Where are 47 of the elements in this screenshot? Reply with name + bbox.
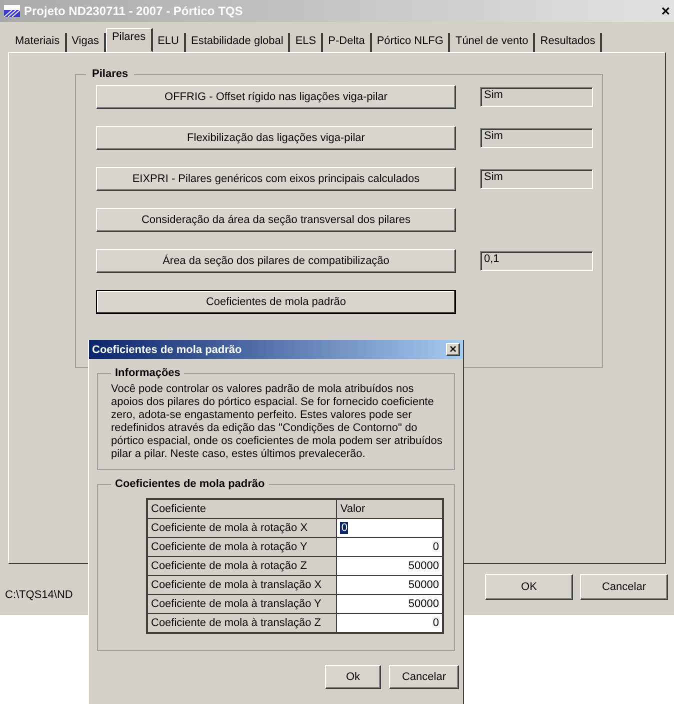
file-path: C:\TQS14\ND bbox=[5, 589, 73, 601]
value-field[interactable]: Sim bbox=[480, 128, 593, 148]
table-cell[interactable]: 0 bbox=[336, 538, 443, 556]
ok-button[interactable]: Ok bbox=[324, 665, 381, 689]
option-button[interactable]: Coeficientes de mola padrão bbox=[96, 290, 456, 314]
tab[interactable]: Resultados bbox=[535, 33, 602, 52]
close-button[interactable]: × bbox=[446, 343, 460, 356]
group-title: Coeficientes de mola padrão bbox=[114, 478, 266, 490]
tab[interactable]: ELS bbox=[290, 33, 324, 52]
option-button[interactable]: OFFRIG - Offset rígido nas ligações viga-pilar bbox=[96, 85, 456, 109]
option-button[interactable]: Flexibilização das ligações viga-pilar bbox=[96, 126, 456, 150]
tab[interactable]: Pórtico NLFG bbox=[372, 33, 450, 52]
close-button[interactable]: × bbox=[661, 2, 670, 20]
value-field[interactable]: Sim bbox=[480, 169, 593, 189]
window-title: Projeto ND230711 - 2007 - Pórtico TQS bbox=[24, 4, 244, 18]
option-button[interactable]: Área da seção dos pilares de compatibilização bbox=[96, 249, 456, 273]
group-title: Pilares bbox=[91, 68, 130, 80]
edit-cell[interactable]: 0 bbox=[336, 518, 443, 538]
app-logo-icon bbox=[4, 5, 20, 17]
table-cell: Coeficiente de mola à translação Z bbox=[147, 614, 337, 633]
ok-button[interactable]: OK bbox=[485, 574, 573, 600]
column-header: Coeficiente bbox=[147, 499, 337, 518]
tab[interactable]: P-Delta bbox=[323, 33, 372, 52]
option-button[interactable]: EIXPRI - Pilares genéricos com eixos principais calculados bbox=[96, 167, 456, 191]
table-cell[interactable]: 50000 bbox=[336, 576, 443, 594]
table-cell[interactable]: 50000 bbox=[336, 594, 443, 614]
tab[interactable]: Estabilidade global bbox=[186, 33, 290, 52]
table-cell: Coeficiente de mola à rotação X bbox=[147, 518, 337, 538]
value-field[interactable]: 0,1 bbox=[480, 251, 593, 271]
tab[interactable]: Túnel de vento bbox=[450, 33, 536, 52]
tab[interactable]: Materiais bbox=[10, 33, 67, 52]
table-cell: Coeficiente de mola à rotação Z bbox=[147, 556, 337, 576]
dialog-title: Coeficientes de mola padrão bbox=[92, 344, 243, 356]
cancel-button[interactable]: Cancelar bbox=[580, 574, 668, 600]
option-button[interactable]: Consideração da área da seção transversal dos pilares bbox=[96, 208, 456, 232]
tab[interactable]: ELU bbox=[152, 33, 186, 52]
info-text: Você pode controlar os valores padrão de mola atribuídos nos apoios dos pilares do pórtico espacial. Se for fornecido coeficiente zero, adota-se engastamento perfeito. Estes valores pode ser redefinidos através da edição das "Condições de Contorno" do pórtico espacial, onde os coeficientes de mola podem ser atribuídos pilar a pilar. Neste caso, estes últimos prevalecerão. bbox=[111, 383, 444, 461]
table-cell[interactable]: 50000 bbox=[336, 556, 443, 576]
value-field[interactable]: Sim bbox=[480, 87, 593, 107]
table-cell: Coeficiente de mola à translação X bbox=[147, 576, 337, 594]
column-header: Valor bbox=[336, 499, 443, 518]
tab[interactable]: Pilares bbox=[106, 28, 153, 52]
cancel-button[interactable]: Cancelar bbox=[388, 665, 459, 689]
table-cell: Coeficiente de mola à translação Y bbox=[147, 594, 337, 614]
table-cell[interactable]: 0 bbox=[336, 614, 443, 633]
table-cell: Coeficiente de mola à rotação Y bbox=[147, 538, 337, 556]
group-title: Informações bbox=[114, 367, 182, 379]
